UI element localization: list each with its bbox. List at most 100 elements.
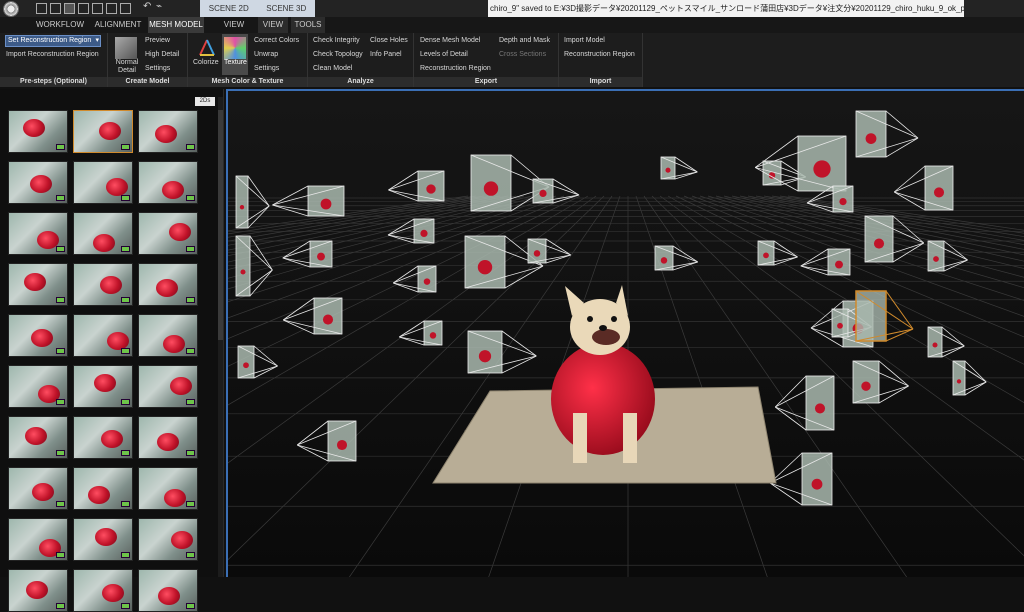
unwrap-button[interactable]: Unwrap [254, 51, 278, 58]
undo-icon[interactable]: ↶ [143, 1, 151, 12]
image-thumbnail[interactable] [138, 518, 198, 561]
image-thumbnail[interactable] [8, 212, 68, 255]
levels-of-detail-button[interactable]: Levels of Detail [420, 51, 468, 58]
import-reconstruction-region-link[interactable]: Import Reconstruction Region [6, 51, 99, 58]
tab-alignment[interactable]: ALIGNMENT [92, 17, 144, 33]
image-thumbnail[interactable] [73, 263, 133, 306]
group-label-analyze: Analyze [308, 77, 413, 87]
texture-button[interactable]: Texture [224, 59, 247, 66]
layout-2-icon[interactable] [50, 3, 61, 14]
image-thumbnail[interactable] [138, 212, 198, 255]
image-thumbnail[interactable] [73, 314, 133, 357]
image-thumbnail[interactable] [8, 365, 68, 408]
image-thumbnail[interactable] [138, 365, 198, 408]
image-status-badge [121, 399, 130, 405]
texture-settings-button[interactable]: Settings [254, 65, 279, 72]
check-topology-button[interactable]: Check Topology [313, 51, 363, 58]
image-thumbnail[interactable] [8, 569, 68, 612]
depth-mask-button[interactable]: Depth and Mask [499, 37, 550, 44]
image-thumbnail[interactable] [8, 416, 68, 459]
app-logo-icon[interactable] [3, 1, 19, 17]
group-label-export: Export [414, 77, 558, 87]
camera-subject-dot [660, 257, 668, 264]
tab-workflow[interactable]: WORKFLOW [30, 17, 90, 33]
image-status-badge [56, 144, 65, 150]
camera-image-plane [235, 235, 251, 297]
import-reconstruction-region-button[interactable]: Reconstruction Region [564, 51, 635, 58]
layout-3-icon[interactable] [64, 3, 75, 14]
scrollbar-thumb[interactable] [218, 110, 223, 340]
image-thumbnail[interactable] [138, 314, 198, 357]
check-integrity-button[interactable]: Check Integrity [313, 37, 360, 44]
layout-6-icon[interactable] [106, 3, 117, 14]
import-model-button[interactable]: Import Model [564, 37, 605, 44]
close-holes-button[interactable]: Close Holes [370, 37, 408, 44]
preview-button[interactable]: Preview [145, 37, 170, 44]
image-thumbnail[interactable] [8, 518, 68, 561]
image-thumbnail[interactable] [73, 212, 133, 255]
layout-7-icon[interactable] [120, 3, 131, 14]
layout-5-icon[interactable] [92, 3, 103, 14]
tab-view[interactable]: VIEW [258, 17, 288, 33]
redo-icon[interactable]: ⌁ [156, 1, 162, 12]
image-thumbnail[interactable] [138, 263, 198, 306]
camera-image-plane [805, 375, 835, 431]
image-thumbnail[interactable] [138, 110, 198, 153]
tab-tools[interactable]: TOOLS [291, 17, 325, 33]
subject-blob [93, 234, 115, 252]
subject-blob [106, 178, 128, 196]
selected-camera-plane [855, 290, 887, 342]
window-title: chiro_9" saved to E:¥3D撮影データ¥20201129_ペッ… [488, 0, 964, 17]
image-thumbnail[interactable] [138, 467, 198, 510]
info-panel-button[interactable]: Info Panel [370, 51, 402, 58]
scene-3d-canvas[interactable] [228, 91, 1024, 577]
image-thumbnail[interactable] [73, 161, 133, 204]
camera-subject-dot [243, 362, 249, 369]
image-status-badge [56, 450, 65, 456]
image-thumbnail[interactable] [73, 569, 133, 612]
image-thumbnail[interactable] [73, 467, 133, 510]
export-reconstruction-region-button[interactable]: Reconstruction Region [420, 65, 491, 72]
camera-subject-dot [932, 342, 938, 348]
image-thumbnail[interactable] [8, 467, 68, 510]
tab-scene-2d[interactable]: SCENE 2D [200, 0, 258, 17]
layout-1-icon[interactable] [36, 3, 47, 14]
normal-detail-icon[interactable] [115, 37, 137, 59]
image-thumbnail[interactable] [8, 263, 68, 306]
normal-detail-button[interactable]: Normal Detail [113, 59, 141, 75]
texture-icon[interactable] [224, 37, 246, 59]
image-thumbnail[interactable] [73, 518, 133, 561]
colorize-icon[interactable] [196, 37, 218, 59]
image-status-badge [56, 399, 65, 405]
image-thumbnail[interactable] [138, 161, 198, 204]
tab-view-main[interactable]: VIEW [213, 17, 255, 33]
camera-subject-dot [763, 252, 769, 259]
colorize-button[interactable]: Colorize [193, 59, 219, 66]
image-status-badge [56, 195, 65, 201]
image-thumbnail[interactable] [138, 416, 198, 459]
image-thumbnail[interactable] [73, 416, 133, 459]
image-status-badge [121, 144, 130, 150]
image-thumbnail[interactable] [8, 314, 68, 357]
image-status-badge [186, 552, 195, 558]
image-thumbnail[interactable] [73, 365, 133, 408]
image-thumbnail[interactable] [8, 161, 68, 204]
clean-model-button[interactable]: Clean Model [313, 65, 352, 72]
create-settings-button[interactable]: Settings [145, 65, 170, 72]
image-thumbnail[interactable] [8, 110, 68, 153]
dense-mesh-button[interactable]: Dense Mesh Model [420, 37, 480, 44]
scene-3d-viewport[interactable] [226, 89, 1024, 577]
image-status-badge [186, 144, 195, 150]
tab-scene-3d[interactable]: SCENE 3D [258, 0, 316, 17]
image-thumbnail[interactable] [138, 569, 198, 612]
image-status-badge [56, 501, 65, 507]
camera-subject-dot [320, 198, 332, 210]
high-detail-button[interactable]: High Detail [145, 51, 179, 58]
tab-mesh-model[interactable]: MESH MODEL [148, 17, 204, 33]
correct-colors-button[interactable]: Correct Colors [254, 37, 299, 44]
camera-subject-dot [423, 278, 431, 285]
image-thumbnail[interactable] [73, 110, 133, 153]
layout-4-icon[interactable] [78, 3, 89, 14]
reconstruction-region-select[interactable]: Set Reconstruction Region [5, 35, 101, 47]
cross-sections-button[interactable]: Cross Sections [499, 51, 546, 58]
